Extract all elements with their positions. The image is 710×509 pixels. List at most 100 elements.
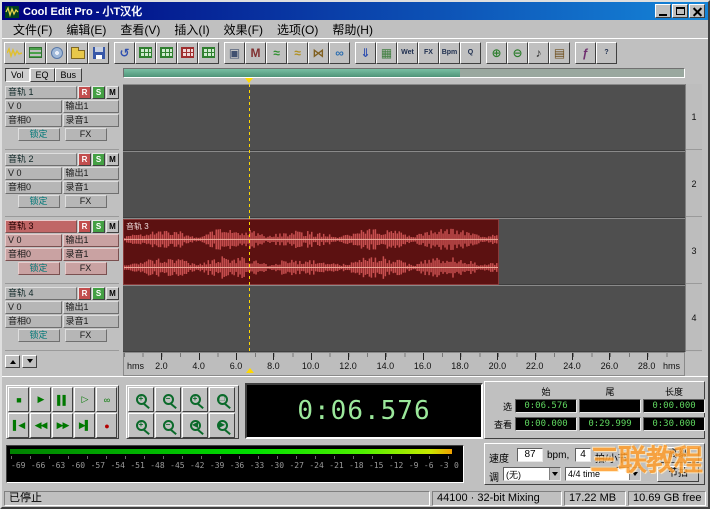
- menu-insert[interactable]: 插入(I): [167, 20, 216, 39]
- loop-duplicate-icon[interactable]: ∞: [329, 41, 350, 64]
- record-arm-button[interactable]: R: [78, 287, 91, 300]
- mute-button[interactable]: M: [106, 287, 119, 300]
- output-control[interactable]: 输出1: [62, 301, 119, 314]
- scripts-icon[interactable]: ƒ: [575, 41, 596, 64]
- audio-clip[interactable]: 音轨 3: [123, 219, 499, 285]
- help-icon[interactable]: ?: [596, 41, 617, 64]
- menu-file[interactable]: 文件(F): [6, 20, 59, 39]
- record-device-control[interactable]: 录音1: [62, 114, 119, 127]
- output-control[interactable]: 输出1: [62, 234, 119, 247]
- zoom-selection-right-button[interactable]: ▶: [209, 413, 235, 438]
- record-arm-button[interactable]: R: [78, 86, 91, 99]
- track-name[interactable]: 音轨 3: [5, 220, 77, 233]
- output-control[interactable]: 输出1: [62, 100, 119, 113]
- multitrack-view-icon[interactable]: [25, 41, 46, 64]
- view-start-field[interactable]: 0:00.000: [515, 417, 577, 431]
- beats-per-bar-input[interactable]: 4: [575, 448, 591, 462]
- view-length-field[interactable]: 0:30.000: [643, 417, 705, 431]
- fx-rack-icon[interactable]: FX: [418, 41, 439, 64]
- track-lane-3[interactable]: 音轨 3: [123, 218, 685, 285]
- fx-button[interactable]: FX: [64, 329, 107, 342]
- fx-button[interactable]: FX: [64, 262, 107, 275]
- zoom-out-icon[interactable]: ⊖: [507, 41, 528, 64]
- track-name[interactable]: 音轨 1: [5, 86, 77, 99]
- waveform-view-icon[interactable]: [4, 41, 25, 64]
- solo-button[interactable]: S: [92, 220, 105, 233]
- track-panel-scroll-down-button[interactable]: [22, 355, 37, 368]
- time-signature-select[interactable]: 4/4 time: [565, 467, 641, 481]
- zoom-in-vertical-button[interactable]: +: [182, 387, 208, 412]
- selection-length-field[interactable]: 0:00.000: [643, 399, 705, 413]
- playhead-top-marker[interactable]: [245, 78, 253, 83]
- crossfade-icon[interactable]: ⋈: [308, 41, 329, 64]
- lock-button[interactable]: 锁定: [17, 329, 60, 342]
- track-lane-2[interactable]: [123, 151, 685, 217]
- zoom-out-full-button[interactable]: −: [155, 413, 181, 438]
- zoom-out-button[interactable]: −: [155, 387, 181, 412]
- record-device-control[interactable]: 录音1: [62, 315, 119, 328]
- zoom-in-icon[interactable]: ⊕: [486, 41, 507, 64]
- solo-button[interactable]: S: [92, 287, 105, 300]
- quantize-icon[interactable]: Q: [460, 41, 481, 64]
- session-overview-bar[interactable]: [123, 68, 685, 78]
- track-name[interactable]: 音轨 4: [5, 287, 77, 300]
- save-session-icon[interactable]: [88, 41, 109, 64]
- lock-button[interactable]: 锁定: [17, 128, 60, 141]
- menu-edit[interactable]: 编辑(E): [59, 20, 113, 39]
- go-to-start-button[interactable]: ▌◀: [8, 413, 29, 438]
- bpm-icon[interactable]: Bpm: [439, 41, 460, 64]
- pause-button[interactable]: ▌▌: [52, 387, 73, 412]
- tab-vol[interactable]: Vol: [5, 68, 30, 82]
- zoom-to-selection-button[interactable]: +: [128, 413, 154, 438]
- maximize-button[interactable]: [672, 4, 688, 18]
- rewind-button[interactable]: ◀◀: [30, 413, 51, 438]
- menu-help[interactable]: 帮助(H): [325, 20, 380, 39]
- pan-control[interactable]: 音相0: [5, 181, 62, 194]
- timeline-ruler[interactable]: 2.0 4.0 6.0 8.0 10.0 12.0 14.0 16.0 18.0 20.0 22.0…: [123, 352, 685, 376]
- chevron-down-icon[interactable]: [629, 468, 640, 480]
- chevron-down-icon[interactable]: [549, 468, 560, 480]
- playhead-bottom-marker[interactable]: [246, 368, 254, 373]
- solo-button[interactable]: S: [92, 86, 105, 99]
- tab-eq[interactable]: EQ: [29, 68, 55, 82]
- metronome-button[interactable]: 节拍: [657, 466, 699, 482]
- stop-button[interactable]: ■: [8, 387, 29, 412]
- record-arm-button[interactable]: R: [78, 220, 91, 233]
- menu-effects[interactable]: 效果(F): [217, 20, 270, 39]
- tab-bus[interactable]: Bus: [54, 68, 83, 82]
- volume-control[interactable]: V 0: [5, 234, 62, 247]
- advanced-button[interactable]: 高级: [657, 447, 699, 463]
- tempo-input[interactable]: 87: [517, 448, 543, 462]
- go-to-end-button[interactable]: ▶▌: [74, 413, 95, 438]
- overview-range[interactable]: [124, 69, 460, 77]
- lock-button[interactable]: 锁定: [17, 195, 60, 208]
- split-clip-icon[interactable]: [177, 41, 198, 64]
- zoom-in-button[interactable]: +: [128, 387, 154, 412]
- pan-control[interactable]: 音相0: [5, 248, 62, 261]
- lock-time-icon[interactable]: ▣: [224, 41, 245, 64]
- volume-control[interactable]: V 0: [5, 100, 62, 113]
- play-looped-button[interactable]: ∞: [96, 387, 117, 412]
- playhead-cursor[interactable]: [249, 84, 250, 352]
- output-control[interactable]: 输出1: [62, 167, 119, 180]
- volume-control[interactable]: V 0: [5, 301, 62, 314]
- fx-button[interactable]: FX: [64, 195, 107, 208]
- track-name[interactable]: 音轨 2: [5, 153, 77, 166]
- solo-button[interactable]: S: [92, 153, 105, 166]
- metronome-icon[interactable]: ♪: [528, 41, 549, 64]
- fast-forward-button[interactable]: ▶▶: [52, 413, 73, 438]
- selection-end-field[interactable]: [579, 399, 641, 413]
- mute-button[interactable]: M: [106, 220, 119, 233]
- wet-dry-icon[interactable]: Wet: [397, 41, 418, 64]
- view-end-field[interactable]: 0:29.999: [579, 417, 641, 431]
- open-file-icon[interactable]: [67, 41, 88, 64]
- mute-clip-icon[interactable]: M: [245, 41, 266, 64]
- minimize-button[interactable]: [655, 4, 671, 18]
- record-device-control[interactable]: 录音1: [62, 181, 119, 194]
- menu-options[interactable]: 选项(O): [270, 20, 325, 39]
- cue-list-icon[interactable]: ▤: [549, 41, 570, 64]
- fx-button[interactable]: FX: [64, 128, 107, 141]
- zoom-selection-left-button[interactable]: ◀: [182, 413, 208, 438]
- clip-properties-icon[interactable]: [156, 41, 177, 64]
- level-meter[interactable]: -69 -66 -63 -60 -57 -54 -51 -48 -45 -42 -39 -36 -33-…: [6, 445, 464, 483]
